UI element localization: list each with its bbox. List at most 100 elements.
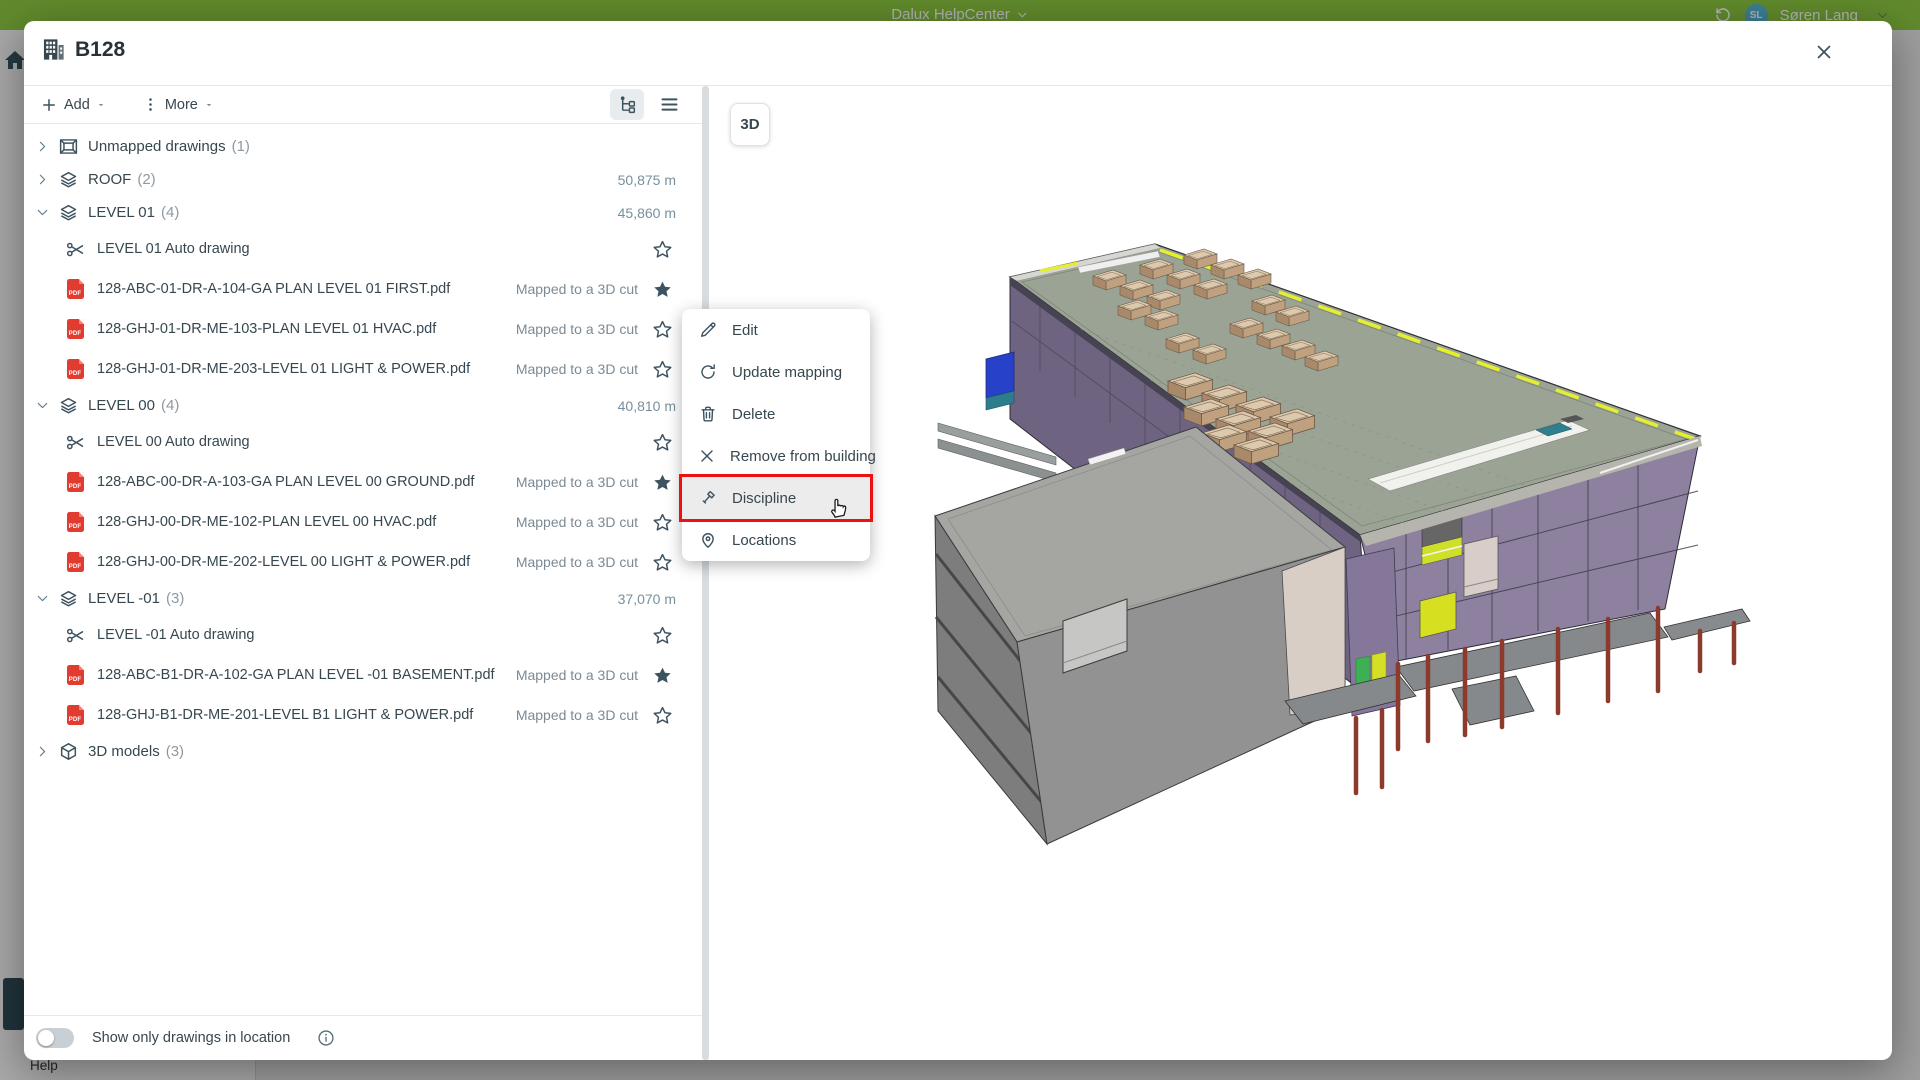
drawing-label: 128-ABC-B1-DR-A-102-GA PLAN LEVEL -01 BA… [97, 667, 495, 683]
building-dialog: B128 Add More [24, 21, 1892, 1060]
view-mode-3d-button[interactable]: 3D [730, 103, 770, 146]
tree-row-level-01-auto-drawing[interactable]: LEVEL -01 Auto drawing [24, 615, 708, 655]
tree-row-level-00[interactable]: LEVEL 00(4)40,810 m [24, 389, 708, 422]
row-right-cell: Mapped to a 3D cut [516, 510, 708, 534]
menu-item-edit[interactable]: Edit [682, 309, 870, 351]
tree-footer: Show only drawings in location [24, 1015, 708, 1060]
tree-row-level-01[interactable]: LEVEL 01(4)45,860 m [24, 196, 708, 229]
drawing-label: LEVEL 00 Auto drawing [97, 434, 250, 450]
chevron-down-icon[interactable] [30, 394, 54, 418]
tree-row-level-00-auto-drawing[interactable]: LEVEL 00 Auto drawing [24, 422, 708, 462]
menu-item-label: Update mapping [732, 364, 842, 381]
caret-down-icon [96, 100, 106, 110]
star-outline-icon[interactable] [650, 623, 674, 647]
layers-icon [56, 168, 80, 192]
location-filter-toggle[interactable] [36, 1028, 74, 1048]
dialog-title: B128 [75, 38, 125, 62]
tree-group-count: (3) [166, 743, 184, 760]
pdf-icon: PDF [63, 317, 87, 341]
star-outline-icon[interactable] [650, 703, 674, 727]
hammer-icon [697, 487, 719, 509]
tree-group-measurement: 45,860 m [618, 205, 708, 221]
chevron-right-icon[interactable] [30, 740, 54, 764]
menu-item-update-mapping[interactable]: Update mapping [682, 351, 870, 393]
tree-row-3d-models[interactable]: 3D models(3) [24, 735, 708, 768]
chevron-down-icon[interactable] [30, 587, 54, 611]
building-3d-model[interactable] [904, 217, 1784, 873]
trash-icon [697, 403, 719, 425]
star-outline-icon[interactable] [650, 550, 674, 574]
view-mode-label: 3D [740, 116, 759, 133]
menu-item-remove-from-building[interactable]: Remove from building [682, 435, 870, 477]
tree-group-count: (1) [232, 138, 250, 155]
star-outline-icon[interactable] [650, 317, 674, 341]
tree-view-button[interactable] [610, 89, 644, 120]
mapped-status: Mapped to a 3D cut [516, 361, 638, 377]
star-outline-icon[interactable] [650, 357, 674, 381]
row-right-cell: Mapped to a 3D cut [516, 357, 708, 381]
menu-item-label: Delete [732, 406, 775, 423]
tree-row-128-ghj-b1-dr-me-201-level-b1-light-power-pdf[interactable]: PDF128-GHJ-B1-DR-ME-201-LEVEL B1 LIGHT &… [24, 695, 708, 735]
star-filled-icon[interactable] [650, 470, 674, 494]
star-filled-icon[interactable] [650, 663, 674, 687]
tree-group-label: LEVEL -01 [88, 590, 160, 607]
caret-down-icon [204, 100, 214, 110]
tree-row-128-ghj-01-dr-me-103-plan-level-01-hvac-pdf[interactable]: PDF 128-GHJ-01-DR-ME-103-PLAN LEVEL 01 HV… [24, 309, 708, 349]
mapped-status: Mapped to a 3D cut [516, 474, 638, 490]
add-label: Add [64, 97, 90, 113]
xmark-icon [697, 445, 717, 467]
drawing-label: 128-GHJ-B1-DR-ME-201-LEVEL B1 LIGHT & PO… [97, 707, 473, 723]
layers-icon [56, 394, 80, 418]
tree-group-count: (2) [137, 171, 155, 188]
close-icon[interactable] [1810, 38, 1838, 66]
star-outline-icon[interactable] [650, 237, 674, 261]
pdf-icon: PDF [63, 357, 87, 381]
tree-group-measurement: 37,070 m [618, 591, 708, 607]
row-right-cell: Mapped to a 3D cut [516, 470, 708, 494]
tree-row-unmapped-drawings[interactable]: Unmapped drawings (1) [24, 130, 708, 163]
tree-row-128-abc-00-dr-a-103-ga-plan-level-00-ground-pdf[interactable]: PDF128-ABC-00-DR-A-103-GA PLAN LEVEL 00 … [24, 462, 708, 502]
star-outline-icon[interactable] [650, 510, 674, 534]
tree-row-128-abc-01-dr-a-104-ga-plan-level-01-first-pdf[interactable]: PDF128-ABC-01-DR-A-104-GA PLAN LEVEL 01 … [24, 269, 708, 309]
row-right-cell: Mapped to a 3D cut [516, 277, 708, 301]
chevron-right-icon[interactable] [30, 168, 54, 192]
row-right-cell: Mapped to a 3D cut [516, 663, 708, 687]
tree-row-128-ghj-00-dr-me-202-level-00-light-power-pdf[interactable]: PDF128-GHJ-00-DR-ME-202-LEVEL 00 LIGHT &… [24, 542, 708, 582]
pin-icon [697, 529, 719, 551]
row-right-cell [650, 237, 708, 261]
screen: Dalux HelpCenter SL Søren Lang Help B128 [0, 0, 1920, 1080]
tree-row-128-abc-b1-dr-a-102-ga-plan-level-01-basement-pdf[interactable]: PDF 128-ABC-B1-DR-A-102-GA PLAN LEVEL -01… [24, 655, 708, 695]
menu-item-discipline[interactable]: Discipline [682, 477, 870, 519]
add-button[interactable]: Add [40, 96, 106, 114]
more-button[interactable]: More [142, 96, 214, 113]
list-view-button[interactable] [652, 89, 686, 120]
pdf-icon: PDF [63, 663, 87, 687]
chevron-right-icon[interactable] [30, 135, 54, 159]
menu-item-label: Locations [732, 532, 796, 549]
row-right-cell: Mapped to a 3D cut [516, 317, 708, 341]
tree-row-128-ghj-01-dr-me-203-level-01-light-power-pdf[interactable]: PDF 128-GHJ-01-DR-ME-203-LEVEL 01 LIGHT &… [24, 349, 708, 389]
menu-item-locations[interactable]: Locations [682, 519, 870, 561]
tree-group-count: (4) [161, 204, 179, 221]
panel-divider[interactable] [702, 86, 709, 1060]
mapped-status: Mapped to a 3D cut [516, 281, 638, 297]
chevron-down-icon[interactable] [30, 201, 54, 225]
scissors-icon [63, 430, 87, 454]
toggle-label: Show only drawings in location [92, 1030, 290, 1046]
tree-row-roof[interactable]: ROOF(2)50,875 m [24, 163, 708, 196]
drawings-tree: Unmapped drawings (1) ROOF(2)50,875 m LEVEL… [24, 124, 708, 1014]
tree-row-128-ghj-00-dr-me-102-plan-level-00-hvac-pdf[interactable]: PDF128-GHJ-00-DR-ME-102-PLAN LEVEL 00 HV… [24, 502, 708, 542]
tree-row-level-01-auto-drawing[interactable]: LEVEL 01 Auto drawing [24, 229, 708, 269]
star-filled-icon[interactable] [650, 277, 674, 301]
mapped-status: Mapped to a 3D cut [516, 667, 638, 683]
info-icon[interactable] [316, 1028, 336, 1048]
tree-row-level-01[interactable]: LEVEL -01(3)37,070 m [24, 582, 708, 615]
drawing-label: 128-ABC-00-DR-A-103-GA PLAN LEVEL 00 GRO… [97, 474, 474, 490]
drawing-label: 128-GHJ-01-DR-ME-203-LEVEL 01 LIGHT & PO… [97, 361, 470, 377]
drawing-context-menu: Edit Update mapping Delete Remove from buil… [682, 309, 870, 561]
star-outline-icon[interactable] [650, 430, 674, 454]
tree-group-label: Unmapped drawings [88, 138, 226, 155]
menu-item-delete[interactable]: Delete [682, 393, 870, 435]
pdf-icon: PDF [63, 277, 87, 301]
drawing-label: 128-GHJ-01-DR-ME-103-PLAN LEVEL 01 HVAC.… [97, 321, 436, 337]
